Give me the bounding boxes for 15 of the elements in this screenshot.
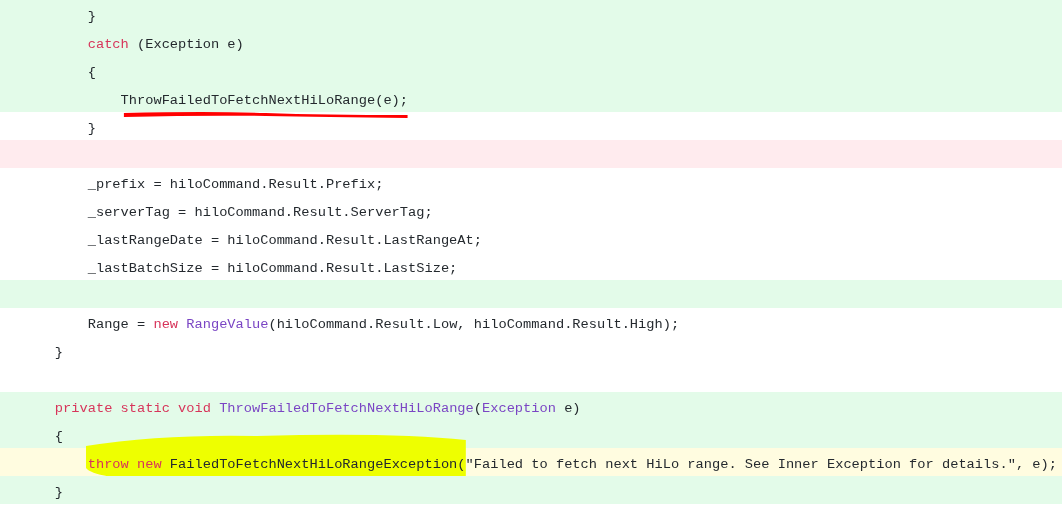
code-line: { bbox=[86, 65, 96, 80]
code-line: } bbox=[53, 345, 64, 360]
code-line: _serverTag = hiloCommand.Result.ServerTag; bbox=[86, 205, 433, 220]
code-line: _prefix = hiloCommand.Result.Prefix; bbox=[86, 177, 384, 192]
code-line: { bbox=[53, 429, 64, 444]
code-line: } bbox=[86, 121, 96, 136]
code-line: catch (Exception e) bbox=[86, 37, 244, 52]
code-line: } bbox=[53, 485, 64, 500]
code-line: throw new FailedToFetchNextHiLoRangeException("Failed to fetch next HiLo range. See Inner Exception for details.", e); bbox=[86, 457, 1057, 472]
code-line: _lastBatchSize = hiloCommand.Result.LastSize; bbox=[86, 261, 458, 276]
code-line: ThrowFailedToFetchNextHiLoRange(e); bbox=[119, 93, 409, 108]
code-line: } bbox=[86, 9, 96, 24]
code-line: private static void ThrowFailedToFetchNextHiLoRange(Exception e) bbox=[53, 401, 581, 416]
code-line: Range = new RangeValue(hiloCommand.Result.Low, hiloCommand.Result.High); bbox=[86, 317, 680, 332]
code-line: _lastRangeDate = hiloCommand.Result.LastRangeAt; bbox=[86, 233, 482, 248]
